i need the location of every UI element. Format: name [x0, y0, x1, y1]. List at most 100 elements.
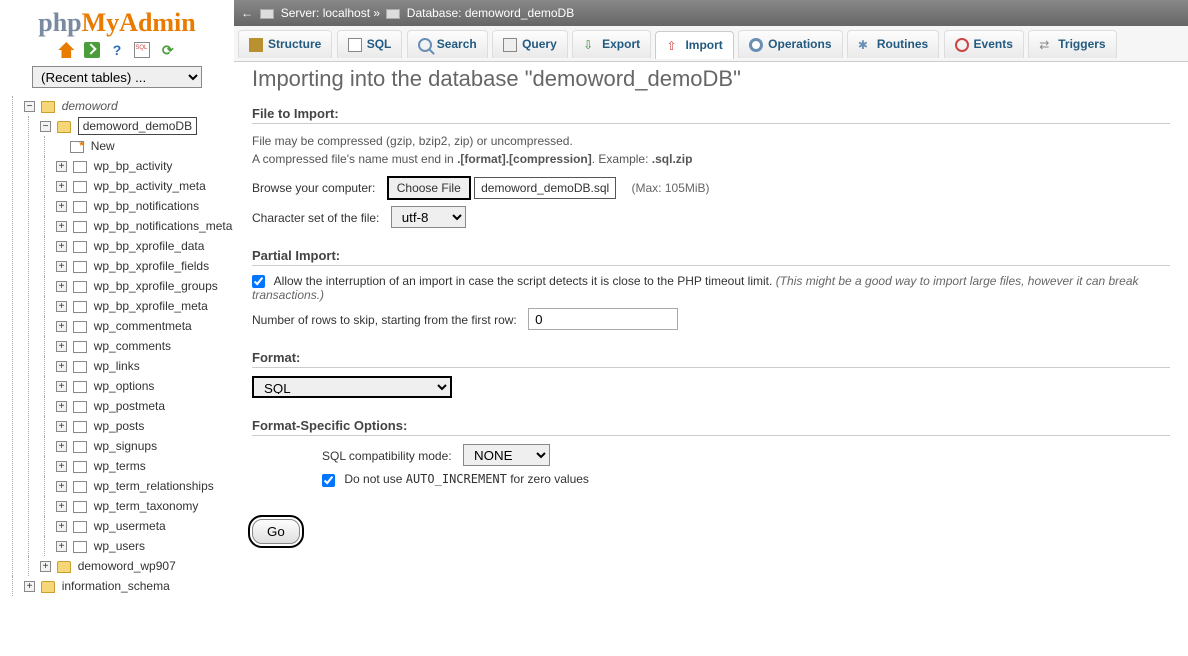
go-button[interactable]: Go — [252, 519, 300, 544]
expander-icon[interactable] — [56, 541, 67, 552]
expander-icon[interactable] — [56, 441, 67, 452]
tab-export[interactable]: ⇩Export — [572, 30, 651, 58]
table-node[interactable]: wp_posts — [94, 419, 145, 433]
expander-icon[interactable] — [56, 401, 67, 412]
table-node[interactable]: wp_postmeta — [94, 399, 165, 413]
table-node[interactable]: wp_term_relationships — [94, 479, 214, 493]
table-node[interactable]: wp_users — [94, 539, 145, 553]
sql-icon — [348, 38, 362, 52]
table-node[interactable]: wp_bp_notifications — [94, 199, 199, 213]
table-node[interactable]: wp_comments — [94, 339, 171, 353]
expander-icon[interactable] — [56, 181, 67, 192]
table-node[interactable]: wp_links — [94, 359, 140, 373]
new-table-link[interactable]: New — [91, 139, 115, 153]
table-node[interactable]: wp_bp_xprofile_fields — [94, 259, 209, 273]
expander-icon[interactable] — [56, 201, 67, 212]
sql-doc-icon[interactable] — [134, 42, 150, 58]
breadcrumb-server[interactable]: Server: localhost — [281, 6, 370, 20]
tab-routines[interactable]: ✱Routines — [847, 30, 939, 58]
table-icon — [73, 261, 87, 273]
no-autoinc-checkbox[interactable] — [322, 474, 335, 487]
db-node[interactable]: information_schema — [62, 579, 170, 593]
database-icon — [57, 561, 71, 573]
expander-icon[interactable] — [40, 561, 51, 572]
db-node-current[interactable]: demoword_demoDB — [78, 117, 197, 135]
format-select[interactable]: SQL — [252, 376, 452, 398]
expander-icon[interactable] — [56, 221, 67, 232]
logout-icon[interactable] — [84, 42, 100, 58]
database-icon — [57, 121, 71, 133]
expander-icon[interactable] — [56, 521, 67, 532]
expander-icon[interactable] — [56, 161, 67, 172]
page-title: Importing into the database "demoword_de… — [252, 66, 1170, 92]
expander-icon[interactable] — [56, 481, 67, 492]
max-upload-size: (Max: 105MiB) — [632, 181, 710, 195]
expander-icon[interactable] — [56, 501, 67, 512]
expander-icon[interactable] — [56, 381, 67, 392]
table-node[interactable]: wp_options — [94, 379, 155, 393]
table-node[interactable]: wp_bp_notifications_meta — [94, 219, 233, 233]
import-icon: ⇧ — [666, 39, 680, 53]
tab-operations[interactable]: Operations — [738, 30, 842, 58]
tab-search[interactable]: Search — [407, 30, 488, 58]
back-arrow-icon[interactable]: ← — [240, 0, 254, 26]
compat-mode-select[interactable]: NONE — [463, 444, 550, 466]
server-icon — [260, 9, 274, 19]
expander-icon[interactable] — [56, 341, 67, 352]
charset-label: Character set of the file: — [252, 211, 379, 225]
table-icon — [73, 441, 87, 453]
section-heading: Format-Specific Options: — [252, 418, 1170, 436]
expander-icon[interactable] — [56, 461, 67, 472]
home-icon[interactable] — [58, 42, 74, 58]
expander-icon[interactable] — [24, 581, 35, 592]
recent-tables-select[interactable]: (Recent tables) ... — [32, 66, 202, 88]
tab-events[interactable]: Events — [944, 30, 1024, 58]
table-icon — [73, 421, 87, 433]
chosen-file-name: demoword_demoDB.sql — [474, 177, 616, 199]
table-node[interactable]: wp_bp_activity — [94, 159, 173, 173]
table-node[interactable]: wp_bp_xprofile_meta — [94, 299, 208, 313]
help-icon[interactable]: ? — [109, 42, 125, 58]
table-node[interactable]: wp_bp_xprofile_data — [94, 239, 205, 253]
tab-triggers[interactable]: ⇄Triggers — [1028, 30, 1116, 58]
table-node[interactable]: wp_bp_activity_meta — [94, 179, 206, 193]
allow-interrupt-checkbox[interactable] — [252, 275, 265, 288]
expander-icon[interactable] — [40, 121, 51, 132]
tab-query[interactable]: Query — [492, 30, 568, 58]
table-icon — [73, 221, 87, 233]
charset-select[interactable]: utf-8 — [391, 206, 466, 228]
expander-icon[interactable] — [56, 261, 67, 272]
new-table-icon — [70, 141, 84, 153]
expander-icon[interactable] — [56, 281, 67, 292]
tab-import[interactable]: ⇧Import — [655, 31, 733, 59]
expander-icon[interactable] — [56, 301, 67, 312]
table-node[interactable]: wp_commentmeta — [94, 319, 192, 333]
table-node[interactable]: wp_terms — [94, 459, 146, 473]
breadcrumb-db[interactable]: Database: demoword_demoDB — [407, 6, 574, 20]
reload-icon[interactable]: ⟳ — [160, 42, 176, 58]
table-node[interactable]: wp_term_taxonomy — [94, 499, 199, 513]
table-icon — [73, 501, 87, 513]
table-icon — [73, 341, 87, 353]
choose-file-button[interactable]: Choose File — [387, 176, 471, 200]
skip-rows-input[interactable] — [528, 308, 678, 330]
database-icon — [386, 9, 400, 19]
tab-structure[interactable]: Structure — [238, 30, 332, 58]
expander-icon[interactable] — [56, 321, 67, 332]
no-autoinc-label: Do not use AUTO_INCREMENT for zero value… — [344, 472, 589, 486]
db-node[interactable]: demoword_wp907 — [78, 559, 176, 573]
expander-icon[interactable] — [56, 361, 67, 372]
logo-text-2: MyAdmin — [82, 8, 196, 37]
skip-rows-label: Number of rows to skip, starting from th… — [252, 313, 517, 327]
tab-sql[interactable]: SQL — [337, 30, 403, 58]
server-icon — [41, 101, 55, 113]
table-node[interactable]: wp_signups — [94, 439, 157, 453]
search-icon — [418, 38, 432, 52]
table-node[interactable]: wp_bp_xprofile_groups — [94, 279, 218, 293]
expander-icon[interactable] — [24, 101, 35, 112]
server-node[interactable]: demoword — [62, 99, 118, 113]
expander-icon[interactable] — [56, 421, 67, 432]
events-icon — [955, 38, 969, 52]
expander-icon[interactable] — [56, 241, 67, 252]
table-node[interactable]: wp_usermeta — [94, 519, 166, 533]
